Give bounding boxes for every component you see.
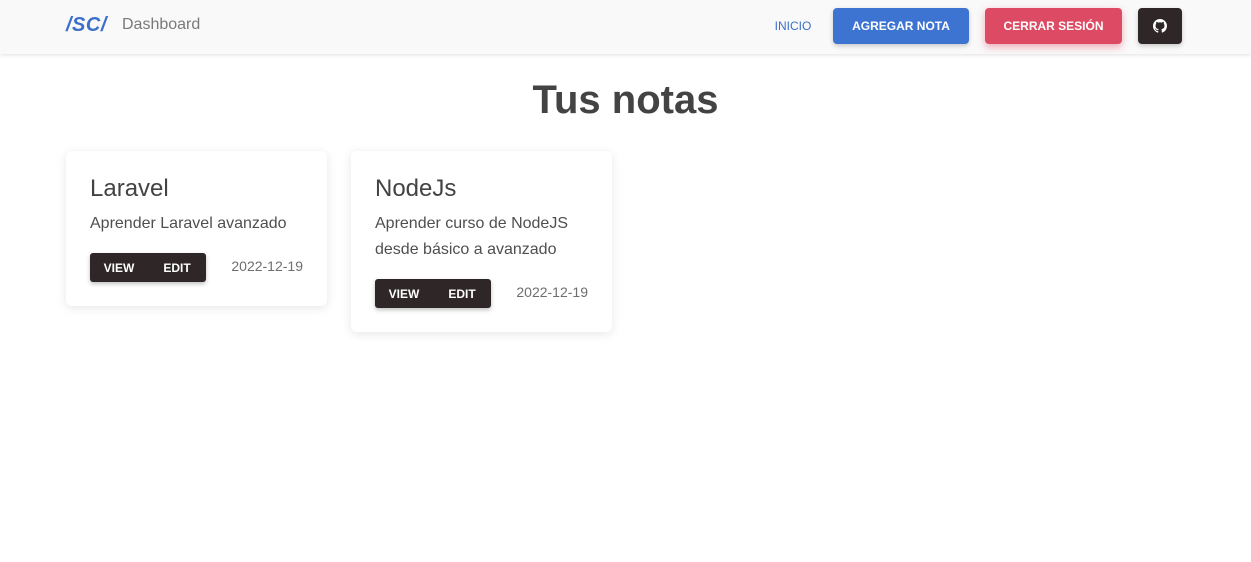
github-icon	[1153, 19, 1167, 33]
add-note-button[interactable]: AGREGAR NOTA	[833, 8, 969, 44]
github-button[interactable]	[1138, 8, 1182, 44]
note-date: 2022-12-19	[231, 258, 303, 274]
note-title: Laravel	[90, 175, 169, 202]
page-title: Tus notas	[532, 78, 719, 122]
edit-button[interactable]: EDIT	[433, 279, 491, 308]
navbar: /SC/ Dashboard INICIO AGREGAR NOTA CERRA…	[0, 0, 1251, 54]
note-card: Laravel Aprender Laravel avanzado VIEW E…	[66, 151, 327, 306]
note-actions: VIEW EDIT	[375, 279, 491, 308]
brand-logo[interactable]: /SC/	[66, 14, 107, 37]
view-button[interactable]: VIEW	[90, 253, 148, 282]
logout-button[interactable]: CERRAR SESIÓN	[985, 8, 1122, 44]
note-title: NodeJs	[375, 175, 457, 202]
note-description: Aprender Laravel avanzado	[90, 215, 287, 232]
nav-title: Dashboard	[122, 16, 201, 33]
view-button[interactable]: VIEW	[375, 279, 433, 308]
note-card: NodeJs Aprender curso de NodeJS desde bá…	[351, 151, 612, 332]
note-actions: VIEW EDIT	[90, 253, 206, 282]
note-date: 2022-12-19	[516, 284, 588, 300]
note-description: Aprender curso de NodeJS desde básico a …	[375, 215, 568, 258]
edit-button[interactable]: EDIT	[148, 253, 206, 282]
nav-link-home[interactable]: INICIO	[770, 19, 816, 33]
